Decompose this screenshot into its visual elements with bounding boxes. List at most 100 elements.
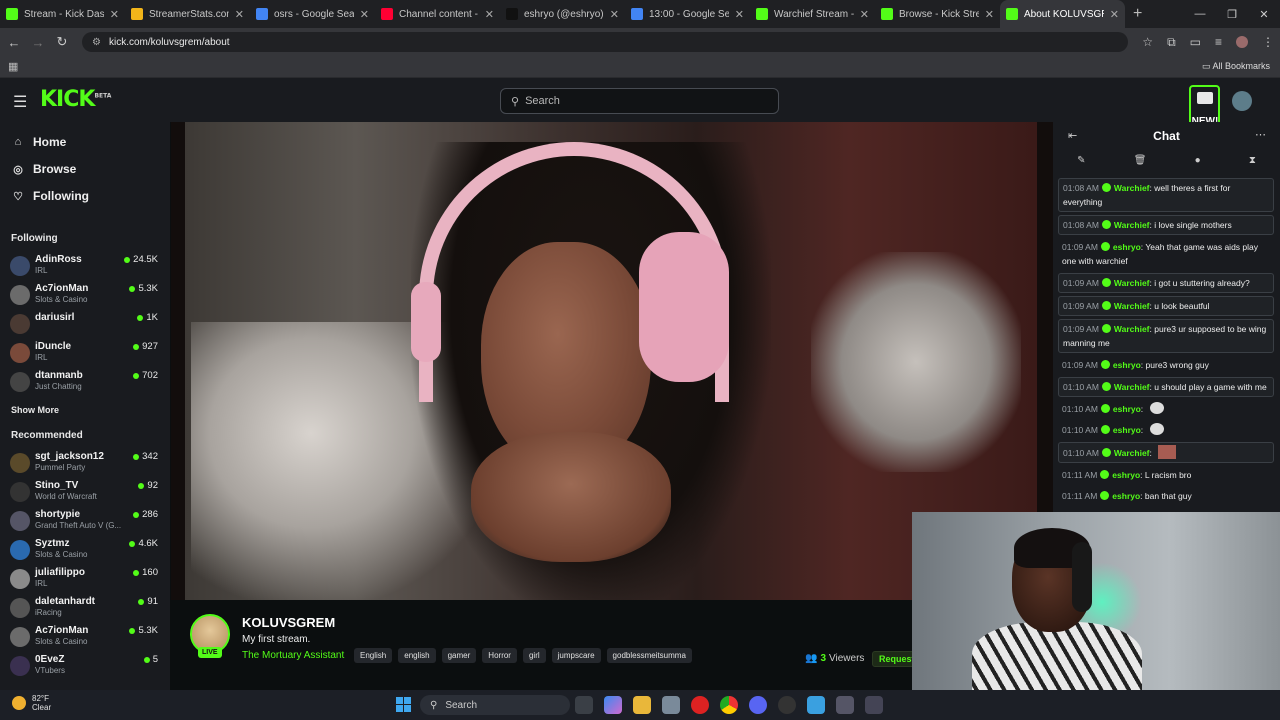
chat-username[interactable]: eshryo	[1113, 425, 1141, 435]
chat-username[interactable]: eshryo	[1113, 360, 1141, 370]
maximize-button[interactable]: ❐	[1216, 8, 1248, 21]
file-explorer-icon[interactable]	[575, 696, 593, 714]
tab-close-icon[interactable]: ✕	[235, 8, 244, 21]
timer-icon[interactable]: ⧗	[1249, 155, 1256, 177]
tab-close-icon[interactable]: ✕	[1110, 8, 1119, 21]
bubble-icon[interactable]: ●	[1195, 155, 1201, 177]
stream-tag[interactable]: English	[354, 648, 393, 663]
chat-username[interactable]: Warchief	[1114, 183, 1150, 193]
extra-app-icon[interactable]	[865, 696, 883, 714]
minimize-button[interactable]: —	[1184, 8, 1216, 20]
stream-tag[interactable]: gamer	[441, 648, 477, 663]
tab-close-icon[interactable]: ✕	[735, 8, 744, 21]
stream-tag[interactable]: girl	[522, 648, 546, 663]
chrome-icon[interactable]	[720, 696, 738, 714]
site-info-icon[interactable]: ⚙	[92, 37, 101, 48]
sidebar-channel[interactable]: sgt_jackson12 Pummel Party 342	[10, 451, 160, 479]
chat-message[interactable]: 01:11 AM eshryo: ban that guy	[1058, 487, 1274, 505]
tab-close-icon[interactable]: ✕	[110, 8, 119, 21]
nav-home[interactable]: ⌂ Home	[12, 135, 67, 149]
bookmark-star-icon[interactable]: ☆	[1142, 35, 1153, 49]
browser-tab[interactable]: osrs - Google Search ✕	[250, 0, 375, 28]
kick-logo[interactable]: KICKBETA	[40, 87, 111, 112]
taskbar-search[interactable]: ⚲ Search	[420, 695, 570, 715]
tab-close-icon[interactable]: ✕	[860, 8, 869, 21]
sidebar-channel[interactable]: Ac7ionMan Slots & Casino 5.3K	[10, 625, 160, 653]
chat-username[interactable]: Warchief	[1114, 382, 1150, 392]
browser-tab[interactable]: About KOLUVSGR ✕	[1000, 0, 1125, 28]
browser-tab[interactable]: eshryo (@eshryo) | Ti ✕	[500, 0, 625, 28]
browser-tab[interactable]: Warchief Stream - Wa ✕	[750, 0, 875, 28]
browser-tab[interactable]: 13:00 - Google Search ✕	[625, 0, 750, 28]
stream-category[interactable]: The Mortuary Assistant	[242, 650, 344, 661]
obs-icon[interactable]	[778, 696, 796, 714]
browser-tab[interactable]: Browse - Kick Stream ✕	[875, 0, 1000, 28]
forward-icon[interactable]: →	[26, 35, 50, 50]
browser-profile-avatar[interactable]	[1236, 36, 1248, 48]
tab-close-icon[interactable]: ✕	[360, 8, 369, 21]
all-bookmarks[interactable]: ▭ All Bookmarks	[1202, 61, 1270, 72]
chat-username[interactable]: Warchief	[1114, 324, 1150, 334]
menu-icon[interactable]: ☰	[13, 92, 27, 112]
chat-message[interactable]: 01:10 AM eshryo:	[1058, 400, 1274, 418]
settings-icon[interactable]	[662, 696, 680, 714]
chat-message[interactable]: 01:11 AM eshryo: L racism bro	[1058, 466, 1274, 484]
chat-message[interactable]: 01:09 AM Warchief: u look beautful	[1058, 296, 1274, 316]
chat-message[interactable]: 01:10 AM Warchief: u should play a game w…	[1058, 377, 1274, 397]
chat-message[interactable]: 01:10 AM eshryo:	[1058, 421, 1274, 439]
cast-icon[interactable]: ▭	[1190, 35, 1201, 49]
url-field[interactable]: ⚙ kick.com/koluvsgrem/about	[82, 32, 1128, 52]
tab-close-icon[interactable]: ✕	[485, 8, 494, 21]
editor-icon[interactable]	[836, 696, 854, 714]
sidebar-channel[interactable]: shortypie Grand Theft Auto V (G... 286	[10, 509, 160, 537]
copilot-icon[interactable]	[604, 696, 622, 714]
apps-grid-icon[interactable]: ▦	[8, 60, 18, 73]
browser-tab[interactable]: Stream - Kick Dashbo ✕	[0, 0, 125, 28]
pin-icon[interactable]: ✎	[1077, 155, 1085, 177]
close-window-button[interactable]: ✕	[1248, 8, 1280, 21]
tab-close-icon[interactable]: ✕	[985, 8, 994, 21]
tab-close-icon[interactable]: ✕	[610, 8, 619, 21]
chat-message[interactable]: 01:08 AM Warchief: i love single mothers	[1058, 215, 1274, 235]
extensions-icon[interactable]: ⧉	[1167, 35, 1176, 50]
new-tab-button[interactable]: +	[1125, 5, 1150, 23]
chat-username[interactable]: Warchief	[1114, 301, 1150, 311]
chat-messages[interactable]: 01:08 AM Warchief: well theres a first fo…	[1058, 178, 1274, 512]
show-more-link[interactable]: Show More	[11, 405, 59, 415]
chat-menu-icon[interactable]: ⋯	[1255, 128, 1266, 141]
chat-username[interactable]: Warchief	[1114, 220, 1150, 230]
stream-tag[interactable]: english	[398, 648, 436, 663]
reload-icon[interactable]: ↻	[50, 34, 74, 50]
chat-username[interactable]: Warchief	[1114, 278, 1150, 288]
chat-username[interactable]: eshryo	[1113, 404, 1141, 414]
folder-icon[interactable]	[633, 696, 651, 714]
streamer-name[interactable]: KOLUVSGREM	[242, 615, 335, 630]
stream-tag[interactable]: jumpscare	[551, 648, 601, 663]
chat-message[interactable]: 01:09 AM eshryo: pure3 wrong guy	[1058, 356, 1274, 374]
sidebar-channel[interactable]: daletanhardt iRacing 91	[10, 596, 160, 624]
stream-tag[interactable]: Horror	[482, 648, 517, 663]
search-input[interactable]: ⚲ Search	[500, 88, 779, 114]
nav-browse[interactable]: ◎ Browse	[12, 162, 76, 176]
browser-tab[interactable]: StreamerStats.com | K ✕	[125, 0, 250, 28]
nav-following[interactable]: ♡ Following	[12, 189, 89, 203]
user-avatar[interactable]	[1232, 91, 1252, 111]
back-icon[interactable]: ←	[2, 35, 26, 50]
weather-widget[interactable]: 82°F Clear	[12, 694, 51, 712]
stream-tag[interactable]: godblessmeitsumma	[606, 648, 692, 663]
chat-username[interactable]: eshryo	[1112, 491, 1140, 501]
chat-message[interactable]: 01:09 AM Warchief: pure3 ur supposed to b…	[1058, 319, 1274, 353]
trash-icon[interactable]: 🗑	[1134, 155, 1147, 177]
browser-menu-icon[interactable]: ⋮	[1262, 35, 1274, 49]
sidebar-channel[interactable]: Ac7ionMan Slots & Casino 5.3K	[10, 283, 160, 311]
sidebar-channel[interactable]: Stino_TV World of Warcraft 92	[10, 480, 160, 508]
chat-message[interactable]: 01:09 AM Warchief: i got u stuttering alr…	[1058, 273, 1274, 293]
chat-message[interactable]: 01:08 AM Warchief: well theres a first fo…	[1058, 178, 1274, 212]
chat-username[interactable]: eshryo	[1112, 470, 1140, 480]
sidebar-channel[interactable]: AdinRoss IRL 24.5K	[10, 254, 160, 282]
chat-username[interactable]: eshryo	[1113, 242, 1141, 252]
sidebar-channel[interactable]: 0EveZ VTubers 5	[10, 654, 160, 682]
sidebar-channel[interactable]: dtanmanb Just Chatting 702	[10, 370, 160, 398]
record-icon[interactable]	[691, 696, 709, 714]
chat-message[interactable]: 01:09 AM eshryo: Yeah that game was aids …	[1058, 238, 1274, 270]
